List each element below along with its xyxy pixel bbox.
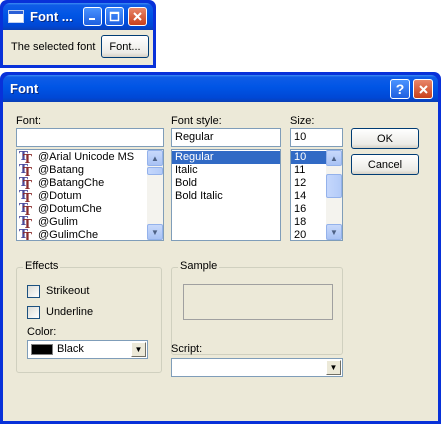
ok-button[interactable]: OK [351,128,419,149]
sample-preview [183,284,333,320]
sample-title: Sample [178,260,220,272]
font-list-item-label: @Dotum [38,190,82,202]
strikeout-label: Strikeout [46,285,90,297]
font-list-item[interactable]: T T @GulimChe [17,226,163,241]
truetype-icon: TT [19,226,32,241]
font-style-item[interactable]: Regular [172,151,280,164]
font-style-item[interactable]: Italic [172,164,280,177]
dialog-title: Font [10,81,39,96]
font-list-scrollbar[interactable]: ▲ ▼ [147,150,163,240]
chevron-down-icon: ▼ [330,227,338,237]
strikeout-checkbox[interactable] [27,285,40,298]
size-item[interactable]: 16 [291,203,326,216]
font-list-item-label: @GulimChe [38,229,99,241]
script-dropdown-button[interactable]: ▼ [326,360,341,375]
font-style-list[interactable]: Regular Italic Bold Bold Italic [171,149,281,241]
dialog-client: Font: T T @Arial Unicode MS T T @Batang T T @Bat… [3,102,438,421]
font-style-label: Font style: [171,115,222,127]
font-dialog: Font ? Font: T T @Arial Unicode MS T T @Batan… [0,72,441,424]
chevron-down-icon: ▼ [134,345,143,354]
color-combobox[interactable]: Black ▼ [27,340,148,359]
font-list-item-label: @Arial Unicode MS [38,151,135,163]
font-list-item[interactable]: T T @Gulim [17,214,163,230]
scroll-down-button[interactable]: ▼ [147,224,163,240]
underline-label: Underline [46,306,94,318]
scroll-up-button[interactable]: ▲ [326,150,342,166]
size-input[interactable]: 10 [290,128,343,147]
font-list-item[interactable]: T T @Arial Unicode MS [17,150,163,165]
effects-title: Effects [23,260,61,272]
font-name-input[interactable] [16,128,164,147]
chevron-up-icon: ▲ [330,153,338,163]
size-item[interactable]: 10 [291,151,326,164]
scroll-thumb[interactable] [326,174,342,198]
font-label: Font: [16,115,42,127]
close-button[interactable] [128,7,147,26]
font-list-item-label: @DotumChe [38,203,102,215]
chevron-up-icon: ▲ [151,153,159,163]
maximize-icon [109,11,120,22]
size-item[interactable]: 11 [291,164,326,177]
size-item[interactable]: 20 [291,229,326,240]
font-list-item[interactable]: T T @Dotum [17,188,163,204]
sample-group: Sample [171,260,343,355]
color-label: Color: [27,326,57,338]
scroll-down-button[interactable]: ▼ [326,224,342,240]
scroll-up-button[interactable]: ▲ [147,150,163,166]
chevron-down-icon: ▼ [151,227,159,237]
font-list-item[interactable]: T T @Batang [17,162,163,178]
color-swatch [31,344,53,355]
close-icon [133,12,142,21]
dialog-titlebar[interactable]: Font ? [3,75,438,102]
size-item[interactable]: 14 [291,190,326,203]
small-window-titlebar[interactable]: Font ... [3,3,153,30]
chevron-down-icon: ▼ [329,363,338,372]
font-style-input[interactable]: Regular [171,128,281,147]
font-list-item-label: @Batang [38,164,85,176]
minimize-button[interactable] [83,7,102,26]
close-icon [418,84,428,94]
font-list-item[interactable]: T T @BatangChe [17,175,163,191]
color-value: Black [57,343,84,355]
dialog-close-button[interactable] [413,79,433,99]
size-item[interactable]: 18 [291,216,326,229]
maximize-button[interactable] [105,7,124,26]
small-window-client: The selected font Font... [3,30,153,65]
font-style-item[interactable]: Bold Italic [172,190,280,203]
underline-checkbox[interactable] [27,306,40,319]
size-item[interactable]: 12 [291,177,326,190]
script-combobox[interactable]: ▼ [171,358,343,377]
font-button[interactable]: Font... [101,35,149,58]
minimize-icon [89,18,95,20]
effects-group: Effects Strikeout Underline Color: Black… [16,260,162,373]
cancel-button[interactable]: Cancel [351,154,419,175]
font-style-item[interactable]: Bold [172,177,280,190]
script-label: Script: [171,343,203,355]
font-list-item[interactable]: T T @DotumChe [17,201,163,217]
size-list-scrollbar[interactable]: ▲ ▼ [326,150,342,240]
color-dropdown-button[interactable]: ▼ [131,342,146,357]
selected-font-label: The selected font [11,41,96,53]
help-button[interactable]: ? [390,79,410,99]
small-font-window: Font ... The selected font Font... [0,0,156,68]
font-list-item-label: @Gulim [38,216,78,228]
small-window-title: Font ... [30,9,73,24]
font-list-item-label: @BatangChe [38,177,105,189]
size-list[interactable]: 10 11 12 14 16 18 20 ▲ ▼ [290,149,343,241]
window-icon [8,10,24,23]
font-list[interactable]: T T @Arial Unicode MS T T @Batang T T @BatangChe… [16,149,164,241]
size-label: Size: [290,115,315,127]
question-icon: ? [395,81,405,97]
scroll-thumb[interactable] [147,167,163,175]
